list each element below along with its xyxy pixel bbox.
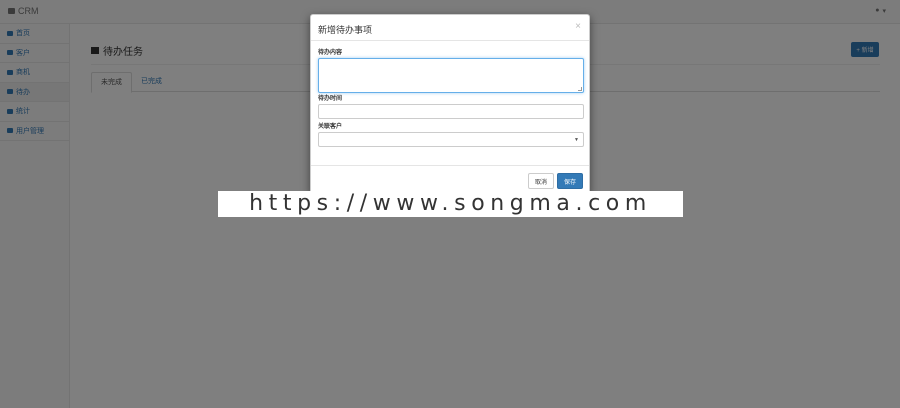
- modal-footer: 取消 保存: [311, 165, 589, 194]
- cancel-button[interactable]: 取消: [528, 173, 554, 189]
- chevron-down-icon: ▼: [574, 137, 579, 143]
- content-textarea[interactable]: [318, 58, 584, 93]
- add-todo-modal: 新增待办事项 × 待办内容 待办时间 关联客户 ▼ 取消 保存: [310, 14, 590, 194]
- content-label: 待办内容: [318, 50, 343, 56]
- save-button[interactable]: 保存: [557, 173, 583, 189]
- watermark: https://www.songma.com: [218, 191, 683, 217]
- customer-label: 关联客户: [318, 124, 343, 130]
- time-input[interactable]: [318, 104, 584, 119]
- time-label: 待办时间: [318, 96, 343, 102]
- close-icon[interactable]: ×: [575, 21, 581, 32]
- modal-title: 新增待办事项: [318, 25, 373, 35]
- resize-handle-icon[interactable]: [578, 87, 582, 91]
- customer-select[interactable]: ▼: [318, 132, 584, 147]
- modal-header: 新增待办事项 ×: [311, 15, 589, 41]
- modal-body: 待办内容 待办时间 关联客户 ▼: [318, 48, 584, 147]
